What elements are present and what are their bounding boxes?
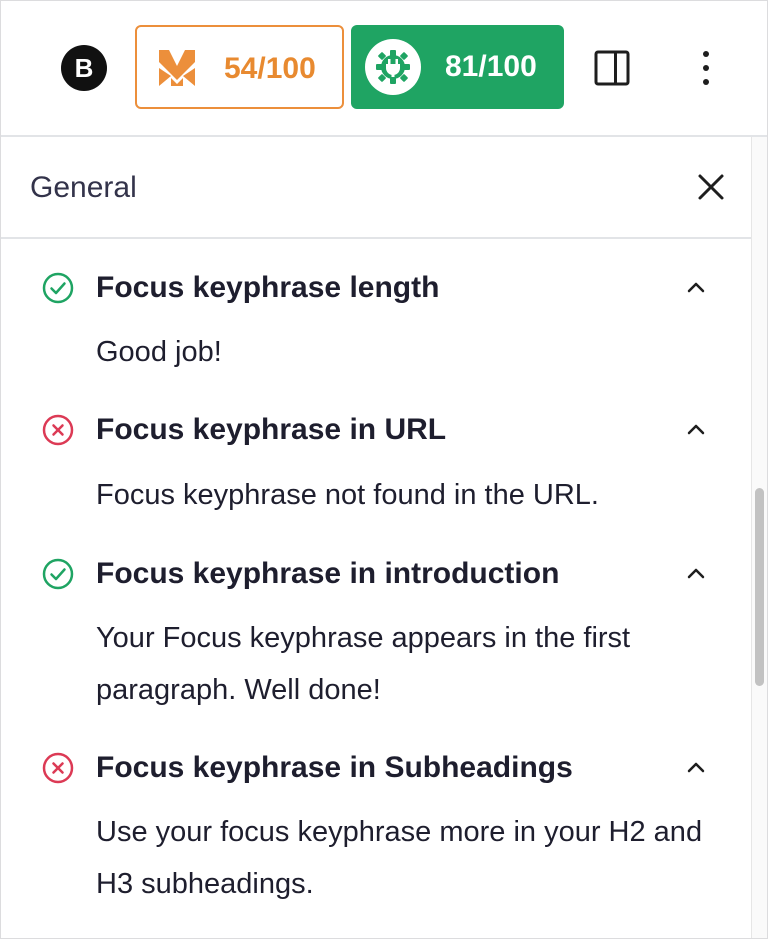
secondary-score-button[interactable]: 81/100 [351,25,564,109]
chevron-up-icon[interactable] [683,561,709,587]
panel-title: General [30,171,137,204]
check-circle-icon [42,272,74,304]
chevron-up-icon[interactable] [683,417,709,443]
brand-letter: B [74,53,94,83]
more-vertical-icon[interactable] [691,45,721,91]
check-description: Your Focus keyphrase appears in the firs… [96,622,631,706]
chevron-up-icon[interactable] [683,755,709,781]
check-title[interactable]: Focus keyphrase length [96,271,439,305]
gear-plug-icon [365,39,421,95]
top-toolbar: B 54/100 81/100 [1,1,767,137]
check-title[interactable]: Focus keyphrase in Subheadings [96,751,573,785]
chevron-up-icon[interactable] [683,275,709,301]
check-title[interactable]: Focus keyphrase in introduction [96,557,559,591]
m-logo-icon [159,50,195,86]
check-description: Focus keyphrase not found in the URL. [96,479,599,511]
close-icon[interactable] [695,171,727,203]
secondary-score-value: 81/100 [445,50,537,83]
panel-header: General [1,137,751,239]
check-circle-icon [42,558,74,590]
check-description: Use your focus keyphrase more in your H2… [96,816,703,900]
check-title[interactable]: Focus keyphrase in URL [96,413,446,447]
check-description: Good job! [96,336,222,368]
primary-score-button[interactable]: 54/100 [135,25,344,109]
b-logo-icon[interactable]: B [61,45,107,91]
sidebar-toggle-icon[interactable] [593,49,631,87]
x-circle-icon [42,752,74,784]
primary-score-value: 54/100 [224,52,316,85]
x-circle-icon [42,414,74,446]
scrollbar-thumb[interactable] [755,488,764,686]
